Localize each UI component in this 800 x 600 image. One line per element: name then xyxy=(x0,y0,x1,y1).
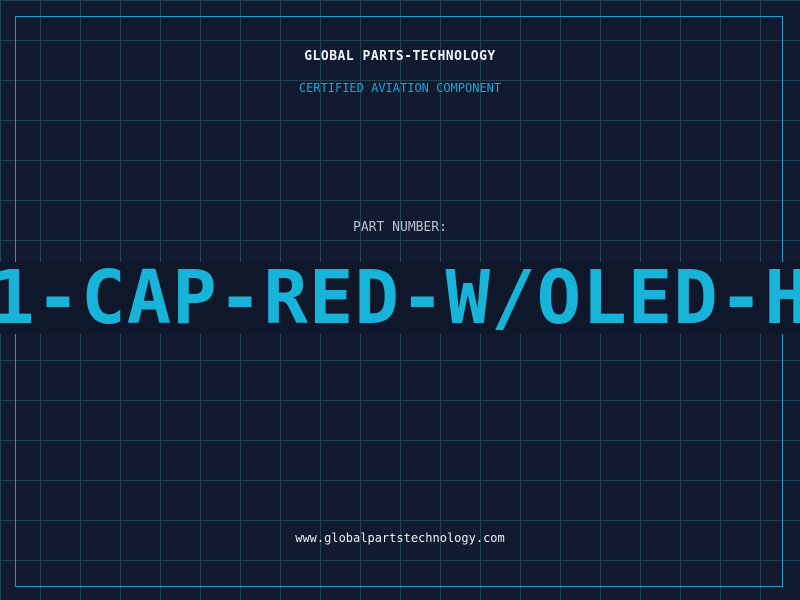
part-number-label: PART NUMBER: xyxy=(353,220,447,235)
part-number-band: 1-CAP-RED-W/OLED-H xyxy=(0,262,800,334)
label-card: GLOBAL PARTS-TECHNOLOGY CERTIFIED AVIATI… xyxy=(0,0,800,600)
website-url: www.globalpartstechnology.com xyxy=(295,531,505,545)
part-number-value: 1-CAP-RED-W/OLED-H xyxy=(0,262,800,334)
certification-subtitle: CERTIFIED AVIATION COMPONENT xyxy=(298,81,502,95)
brand-name: GLOBAL PARTS-TECHNOLOGY xyxy=(304,49,496,64)
